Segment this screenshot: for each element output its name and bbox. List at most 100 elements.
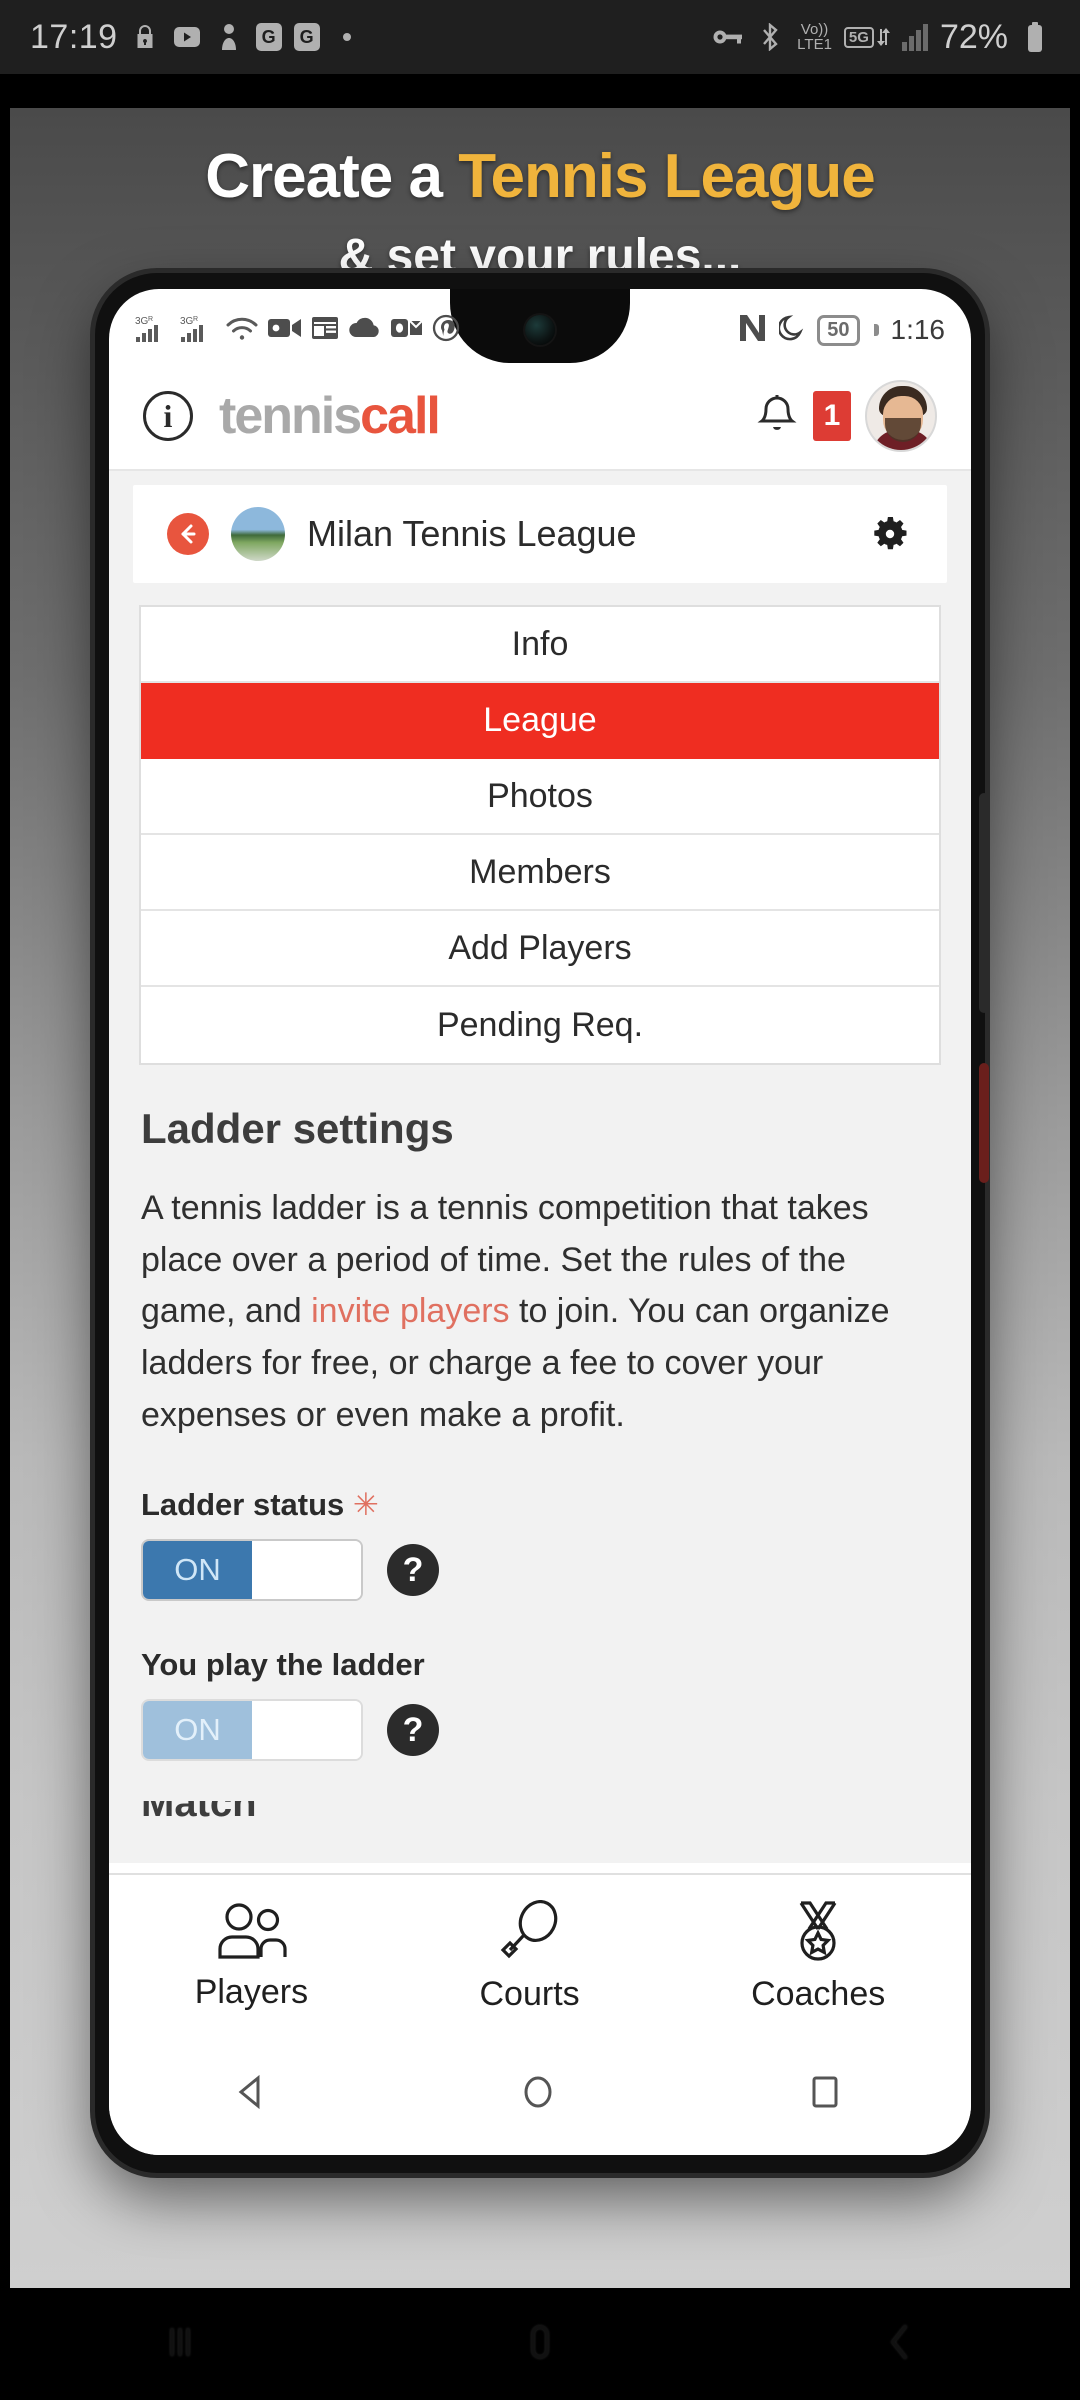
help-icon[interactable]: ? <box>387 1544 439 1597</box>
medal-icon <box>787 1900 849 1967</box>
outlook-icon <box>391 316 423 345</box>
volte-icon: Vo)) LTE1 <box>797 22 832 52</box>
bottom-nav-players[interactable]: Players <box>195 1902 308 2012</box>
phone-volume-button <box>979 793 989 1013</box>
promo-line-1: Create a Tennis League <box>10 144 1070 209</box>
back-triangle-icon[interactable] <box>227 2068 279 2120</box>
league-bar-left: Milan Tennis League <box>167 507 637 561</box>
next-section-label: Match <box>141 1801 257 1824</box>
phone-battery-level: 50 <box>827 318 850 341</box>
bluetooth-icon <box>755 22 785 52</box>
google-icon: G <box>293 23 320 51</box>
phone-mockup: 3G R 3G R 50 1:16 i tenniscall 1 Milan T… <box>95 273 989 2173</box>
home-pill-icon[interactable] <box>512 2314 568 2375</box>
phone-status-bar: 3G R 3G R 50 1:16 <box>109 289 971 363</box>
people-icon <box>213 1902 289 1965</box>
cloud-icon <box>348 317 382 344</box>
bottom-nav-courts-label: Courts <box>479 1975 580 2013</box>
youtube-icon <box>172 22 202 52</box>
tab-add-players[interactable]: Add Players <box>141 911 939 987</box>
phone-power-button <box>979 1063 989 1183</box>
promo-line1-highlight: Tennis League <box>458 142 875 211</box>
you-play-label: You play the ladder <box>141 1647 425 1683</box>
news-icon <box>311 315 339 346</box>
you-play-toggle[interactable]: ON <box>141 1699 363 1762</box>
person-icon <box>214 22 244 52</box>
promo-heading: Create a Tennis League & set your rules.… <box>10 108 1070 284</box>
avatar[interactable] <box>865 380 937 452</box>
bell-icon[interactable] <box>755 393 799 439</box>
ladder-status-toggle-on: ON <box>143 1541 252 1600</box>
ladder-status-toggle[interactable]: ON <box>141 1539 363 1602</box>
bottom-nav-players-label: Players <box>194 1973 309 2011</box>
3g-signal-icon: 3G R <box>135 313 171 348</box>
pinterest-icon <box>432 314 460 347</box>
league-tab-list: Info League Photos Members Add Players P… <box>139 605 941 1065</box>
back-arrow-icon[interactable] <box>167 513 209 555</box>
league-thumbnail <box>231 507 285 561</box>
battery-nub-icon <box>873 324 879 336</box>
bottom-nav-coaches-label: Coaches <box>751 1975 886 2013</box>
os-battery-percent: 72% <box>939 17 1008 56</box>
you-play-toggle-off <box>252 1701 361 1760</box>
tab-info[interactable]: Info <box>141 607 939 683</box>
notification-badge[interactable]: 1 <box>813 391 851 441</box>
help-icon[interactable]: ? <box>387 1704 439 1757</box>
info-icon[interactable]: i <box>143 391 193 441</box>
home-circle-icon[interactable] <box>514 2068 566 2120</box>
volte-top: Vo)) <box>800 21 829 38</box>
league-title: Milan Tennis League <box>307 513 637 554</box>
required-asterisk-icon: ✳ <box>352 1487 379 1523</box>
tab-pending-req[interactable]: Pending Req. <box>141 987 939 1063</box>
promo-panel: Create a Tennis League & set your rules.… <box>10 108 1070 2288</box>
network-label: 5G <box>843 26 874 48</box>
back-chevron-icon[interactable] <box>872 2314 928 2375</box>
os-status-left: 17:19 G G <box>30 18 362 57</box>
google-icon: G <box>255 23 282 51</box>
phone-clock: 1:16 <box>890 314 946 345</box>
5g-icon: 5G <box>843 26 890 48</box>
os-status-right: Vo)) LTE1 5G 72% <box>713 18 1050 57</box>
tab-league[interactable]: League <box>141 683 939 759</box>
ladder-status-toggle-off <box>252 1541 361 1600</box>
section-title: Ladder settings <box>141 1105 454 1152</box>
tab-photos[interactable]: Photos <box>141 759 939 835</box>
section-paragraph: A tennis ladder is a tennis competition … <box>141 1183 939 1441</box>
league-title-bar: Milan Tennis League <box>133 485 947 583</box>
phone-status-left: 3G R 3G R <box>135 313 460 348</box>
signal-icon <box>901 23 928 51</box>
bottom-nav-bar: Players Courts Coaches <box>109 1873 971 2033</box>
ladder-status-text: Ladder status <box>141 1487 345 1523</box>
bottom-nav-courts[interactable]: Courts <box>480 1900 580 2014</box>
nfc-icon <box>739 313 767 348</box>
tab-members[interactable]: Members <box>141 835 939 911</box>
tennis-racket-icon <box>497 1900 563 1967</box>
app-header-actions: 1 <box>755 380 937 452</box>
gear-icon[interactable] <box>867 511 913 557</box>
app-brand: i tenniscall <box>143 387 441 445</box>
bottom-nav-coaches[interactable]: Coaches <box>751 1900 885 2014</box>
svg-text:3G: 3G <box>135 316 149 327</box>
vpn-key-icon <box>713 22 743 52</box>
video-camera-icon <box>268 316 302 345</box>
invite-players-link[interactable]: invite players <box>311 1292 509 1330</box>
recents-bars-icon[interactable] <box>152 2314 208 2375</box>
recents-square-icon[interactable] <box>801 2068 853 2120</box>
phone-screen: 3G R 3G R 50 1:16 i tenniscall 1 Milan T… <box>109 289 971 2155</box>
svg-text:3G: 3G <box>180 316 194 327</box>
logo-part-call: call <box>360 387 441 445</box>
android-nav-bar <box>109 2033 971 2155</box>
volte-bottom: LTE1 <box>797 36 832 53</box>
you-play-toggle-on: ON <box>143 1701 252 1760</box>
screenshot-root: 17:19 G G Vo)) LTE1 5G 72% Create a Tenn… <box>0 0 1080 2400</box>
app-logo[interactable]: tenniscall <box>219 387 441 445</box>
logo-part-tennis: tennis <box>219 387 362 445</box>
3g-signal-icon: 3G R <box>180 313 216 348</box>
next-section-partial: Match <box>141 1801 939 1823</box>
dot-icon <box>332 22 362 52</box>
you-play-row: ON ? <box>141 1699 939 1762</box>
app-header: i tenniscall 1 <box>109 363 971 471</box>
ladder-status-label: Ladder status ✳ <box>141 1487 939 1523</box>
do-not-disturb-moon-icon <box>777 314 805 347</box>
app-content: Milan Tennis League Info League Photos M… <box>109 471 971 1863</box>
